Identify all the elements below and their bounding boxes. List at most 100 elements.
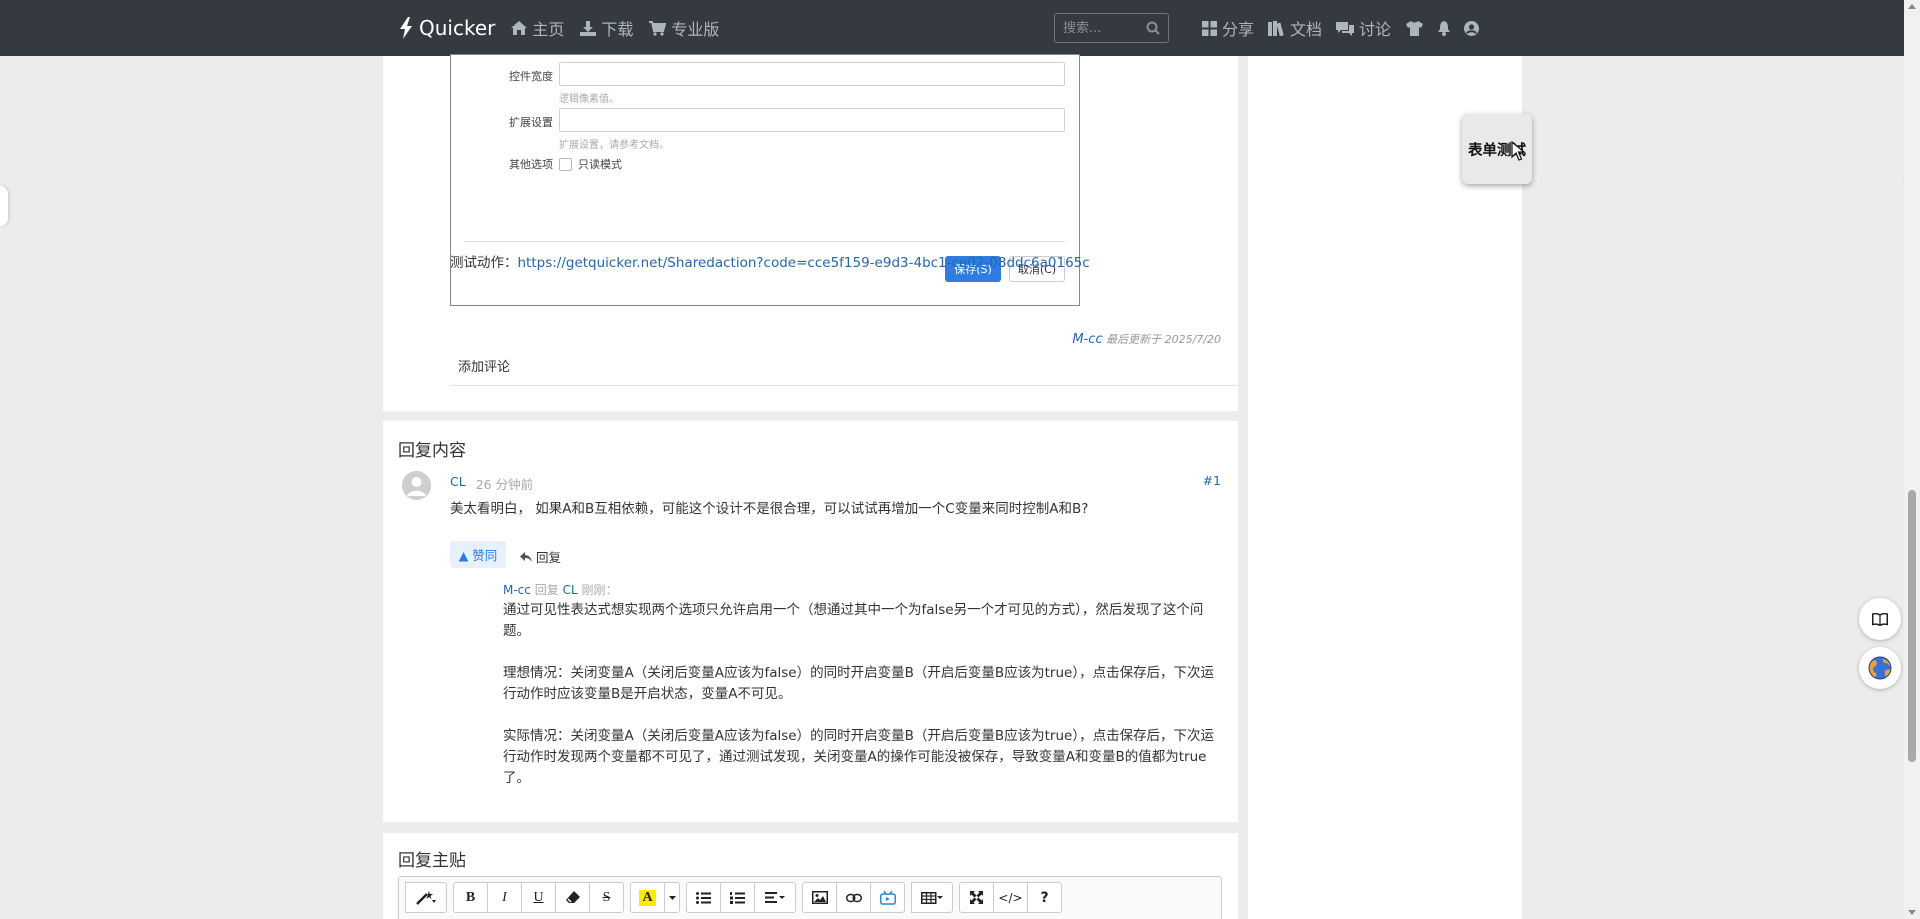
scroll-down-arrow[interactable] [1908, 910, 1916, 915]
nav-docs[interactable]: 文档 [1268, 16, 1322, 40]
editor-toolbar: B I U S A </> ? [405, 882, 1062, 913]
image-icon [811, 891, 828, 904]
font-color-label: A [639, 889, 656, 906]
sub-reply-header: M-cc 回复 CL 刚刚： [503, 581, 617, 598]
magic-wand-icon [416, 890, 436, 905]
align-button[interactable] [754, 882, 796, 913]
ext-label: 扩展设置 [509, 116, 553, 129]
eraser-button[interactable] [555, 882, 590, 913]
top-navbar: Quicker 主页 下载 专业版 分享 文档 讨论 [0, 0, 1920, 56]
post-card: 控件宽度 逻辑像素值。 扩展设置 扩展设置，请参考文档。 其他选项 只读模式 保… [383, 54, 1238, 411]
checkbox-box [559, 157, 572, 171]
fullscreen-button[interactable] [959, 882, 994, 913]
list-ol-icon [730, 891, 745, 904]
width-label: 控件宽度 [509, 70, 553, 83]
link-button[interactable] [836, 882, 871, 913]
download-icon [580, 20, 597, 36]
width-hint: 逻辑像素值。 [559, 94, 619, 105]
sub-reply-paragraph: 通过可见性表达式想实现两个选项只允许启用一个（想通过其中一个为false另一个才… [503, 602, 1204, 639]
lightning-icon [400, 17, 412, 39]
mouse-cursor-icon [1511, 141, 1525, 161]
sub-reply-time: 刚刚： [581, 583, 618, 597]
post-updated: 最后更新于 2025/7/20 [1106, 333, 1221, 346]
sub-reply-target[interactable]: CL [563, 583, 578, 597]
nav-discuss[interactable]: 讨论 [1336, 16, 1391, 40]
post-meta: M-cc 最后更新于 2025/7/20 [1072, 331, 1221, 347]
shirt-button[interactable] [1405, 20, 1424, 36]
rich-text-editor: B I U S A </> ? [398, 876, 1222, 919]
nav-home[interactable]: 主页 [511, 16, 564, 40]
numbered-list-button[interactable] [720, 882, 755, 913]
link-icon [845, 893, 862, 902]
test-action-line: 测试动作：https://getquicker.net/Sharedaction… [450, 251, 1090, 271]
nav-home-label: 主页 [532, 20, 565, 39]
search-box [1054, 13, 1169, 43]
comments-icon [1336, 21, 1355, 36]
sub-reply-body: 通过可见性表达式想实现两个选项只允许启用一个（想通过其中一个为false另一个才… [503, 600, 1223, 789]
brand-logo[interactable]: Quicker [398, 16, 495, 40]
font-color-button[interactable]: A [630, 882, 665, 913]
add-comment-link[interactable]: 添加评论 [458, 356, 510, 375]
page-scrollbar[interactable] [1904, 0, 1920, 919]
avatar[interactable] [402, 471, 431, 500]
image-button[interactable] [802, 882, 837, 913]
font-color-dropdown[interactable] [664, 882, 680, 913]
test-action-link[interactable]: https://getquicker.net/Sharedaction?code… [518, 255, 1090, 271]
user-menu-button[interactable] [1464, 20, 1480, 36]
translate-button[interactable] [1859, 647, 1901, 689]
nav-pro-label: 专业版 [671, 20, 720, 39]
globe-icon [1868, 656, 1892, 680]
strikethrough-button[interactable]: S [589, 882, 624, 913]
brand-name: Quicker [419, 16, 496, 40]
scroll-thumb[interactable] [1908, 490, 1916, 762]
nav-share[interactable]: 分享 [1202, 16, 1254, 40]
readonly-label: 只读模式 [578, 158, 622, 171]
caret-down-icon [668, 895, 676, 900]
bell-icon [1438, 20, 1451, 36]
left-edge-tab[interactable] [0, 186, 8, 226]
nav-discuss-label: 讨论 [1359, 20, 1392, 39]
replies-title: 回复内容 [398, 441, 466, 461]
search-icon[interactable] [1146, 21, 1160, 35]
user-avatar-icon [402, 471, 431, 500]
shirt-icon [1406, 20, 1424, 36]
table-icon [921, 891, 943, 904]
cart-icon [649, 20, 667, 36]
divider [450, 385, 1238, 386]
reply-arrow-icon [520, 551, 532, 562]
vote-button[interactable]: ▲ 赞同 [450, 541, 506, 568]
media-button[interactable] [870, 882, 905, 913]
grid-icon [1202, 20, 1217, 36]
books-icon [1268, 20, 1284, 36]
width-input [559, 62, 1065, 86]
sub-reply-paragraph: 理想情况：关闭变量A（关闭后变量A应该为false）的同时开启变量B（开启后变量… [503, 665, 1215, 702]
reading-mode-button[interactable] [1859, 598, 1901, 640]
video-icon [879, 890, 896, 905]
help-button[interactable]: ? [1027, 882, 1062, 913]
search-input[interactable] [1063, 20, 1143, 36]
bold-button[interactable]: B [453, 882, 488, 913]
bullet-list-button[interactable] [686, 882, 721, 913]
test-action-prefix: 测试动作： [450, 255, 518, 271]
align-left-icon [765, 892, 785, 903]
scroll-up-arrow[interactable] [1908, 4, 1916, 9]
reply-header: CL 26 分钟前 [450, 474, 533, 493]
reply-number[interactable]: #1 [1203, 473, 1221, 488]
reply-user[interactable]: CL [450, 474, 466, 493]
nav-download[interactable]: 下载 [580, 16, 633, 40]
underline-button[interactable]: U [521, 882, 556, 913]
magic-button[interactable] [405, 882, 447, 913]
code-view-button[interactable]: </> [993, 882, 1028, 913]
list-ul-icon [696, 891, 711, 904]
ext-hint: 扩展设置，请参考文档。 [559, 140, 669, 151]
sub-reply-user[interactable]: M-cc [503, 583, 531, 597]
notifications-button[interactable] [1437, 20, 1451, 36]
nav-pro[interactable]: 专业版 [649, 16, 719, 40]
book-open-icon [1872, 612, 1888, 626]
table-button[interactable] [911, 882, 953, 913]
italic-button[interactable]: I [487, 882, 522, 913]
reply-button[interactable]: 回复 [520, 547, 561, 566]
user-circle-icon [1464, 20, 1480, 36]
ext-input [559, 108, 1065, 132]
post-author[interactable]: M-cc [1072, 332, 1102, 347]
